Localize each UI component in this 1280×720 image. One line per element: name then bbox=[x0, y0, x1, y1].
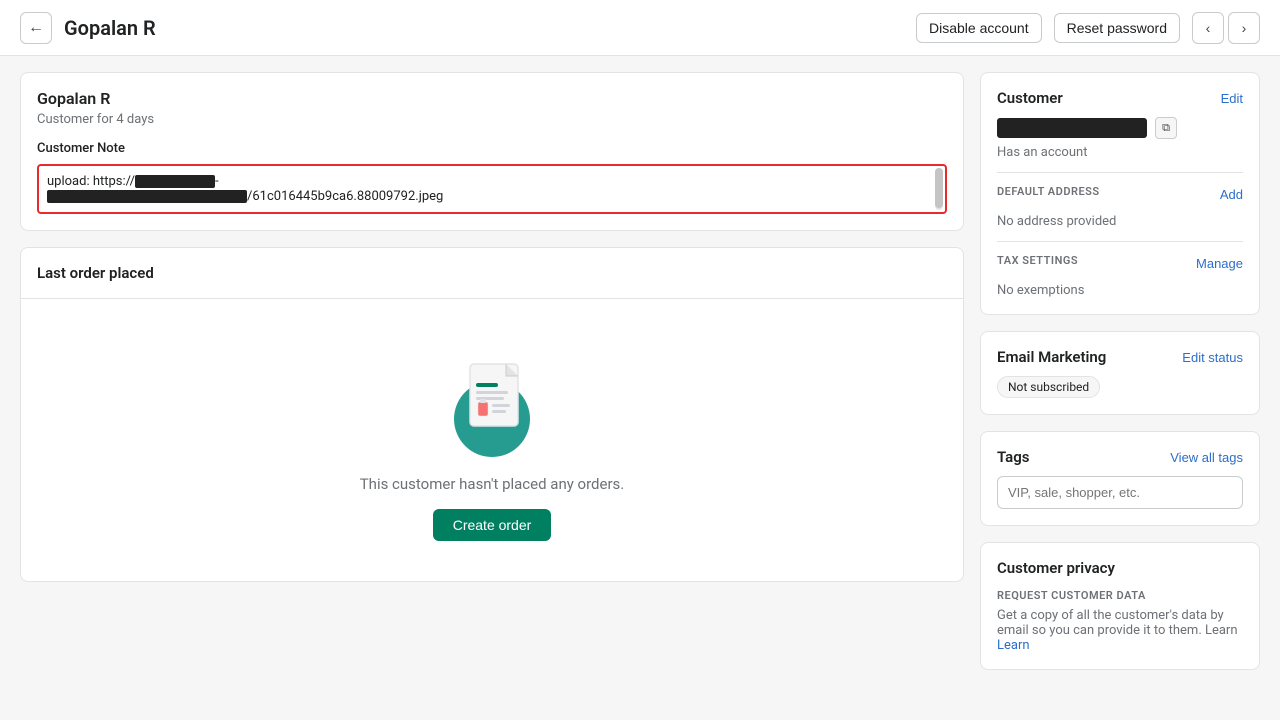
default-address-title: DEFAULT ADDRESS bbox=[997, 185, 1100, 198]
scrollbar-thumb bbox=[935, 168, 943, 208]
divider-2 bbox=[997, 241, 1243, 242]
right-column: Customer Edit ⧉ Has an account DEFAULT A… bbox=[980, 72, 1260, 670]
last-order-body: This customer hasn't placed any orders. … bbox=[21, 299, 963, 581]
default-address-header: DEFAULT ADDRESS Add bbox=[997, 185, 1243, 204]
last-order-card: Last order placed bbox=[20, 247, 964, 582]
email-marketing-header: Email Marketing Edit status bbox=[997, 348, 1243, 366]
customer-note-box[interactable]: upload: https://- /61c016445b9ca6.880097… bbox=[37, 164, 947, 214]
empty-orders-text: This customer hasn't placed any orders. bbox=[360, 475, 625, 493]
disable-account-button[interactable]: Disable account bbox=[916, 13, 1042, 43]
reset-password-button[interactable]: Reset password bbox=[1054, 13, 1180, 43]
divider-1 bbox=[997, 172, 1243, 173]
no-exemptions-text: No exemptions bbox=[997, 283, 1243, 298]
customer-privacy-card: Customer privacy REQUEST CUSTOMER DATA G… bbox=[980, 542, 1260, 670]
redacted-path bbox=[47, 190, 247, 203]
edit-status-button[interactable]: Edit status bbox=[1182, 350, 1243, 365]
not-subscribed-badge: Not subscribed bbox=[997, 376, 1100, 398]
customer-info-card: Gopalan R Customer for 4 days Customer N… bbox=[20, 72, 964, 231]
customer-note-text: upload: https://- /61c016445b9ca6.880097… bbox=[47, 174, 937, 204]
customer-privacy-title: Customer privacy bbox=[997, 559, 1243, 577]
email-marketing-title: Email Marketing bbox=[997, 348, 1106, 366]
customer-section-title: Customer bbox=[997, 89, 1063, 107]
tags-input[interactable] bbox=[997, 476, 1243, 509]
customer-section-header: Customer Edit bbox=[997, 89, 1243, 107]
next-arrow-button[interactable]: › bbox=[1228, 12, 1260, 44]
email-marketing-card: Email Marketing Edit status Not subscrib… bbox=[980, 331, 1260, 415]
customer-email-row: ⧉ bbox=[997, 117, 1243, 139]
note-text-suffix: - bbox=[215, 174, 219, 189]
request-data-desc: Get a copy of all the customer's data by… bbox=[997, 608, 1243, 653]
view-all-tags-button[interactable]: View all tags bbox=[1170, 450, 1243, 465]
customer-email-redacted bbox=[997, 118, 1147, 138]
has-account-text: Has an account bbox=[997, 145, 1243, 160]
no-address-text: No address provided bbox=[997, 214, 1243, 229]
tax-settings-header: TAX SETTINGS Manage bbox=[997, 254, 1243, 273]
customer-name: Gopalan R bbox=[37, 89, 947, 108]
request-data-title: REQUEST CUSTOMER DATA bbox=[997, 589, 1243, 602]
empty-orders-illustration bbox=[432, 339, 552, 459]
back-icon: ← bbox=[28, 19, 44, 37]
add-address-button[interactable]: Add bbox=[1220, 187, 1243, 202]
redacted-url bbox=[135, 175, 215, 188]
create-order-button[interactable]: Create order bbox=[433, 509, 552, 541]
last-order-header: Last order placed bbox=[21, 248, 963, 299]
top-actions: Disable account Reset password ‹ › bbox=[916, 12, 1260, 44]
back-button[interactable]: ← bbox=[20, 12, 52, 44]
customer-since: Customer for 4 days bbox=[37, 112, 947, 127]
nav-arrows: ‹ › bbox=[1192, 12, 1260, 44]
manage-tax-button[interactable]: Manage bbox=[1196, 256, 1243, 271]
tags-header: Tags View all tags bbox=[997, 448, 1243, 466]
copy-email-button[interactable]: ⧉ bbox=[1155, 117, 1177, 139]
tags-card: Tags View all tags bbox=[980, 431, 1260, 526]
page-title: Gopalan R bbox=[64, 16, 904, 40]
customer-edit-button[interactable]: Edit bbox=[1221, 91, 1243, 106]
prev-arrow-button[interactable]: ‹ bbox=[1192, 12, 1224, 44]
customer-note-label: Customer Note bbox=[37, 141, 947, 156]
left-column: Gopalan R Customer for 4 days Customer N… bbox=[20, 72, 964, 670]
learn-more-link[interactable]: Learn bbox=[997, 638, 1030, 653]
note-text-end: /61c016445b9ca6.88009792.jpeg bbox=[247, 189, 443, 204]
note-scrollbar[interactable] bbox=[935, 168, 943, 210]
tax-settings-title: TAX SETTINGS bbox=[997, 254, 1078, 267]
tags-title: Tags bbox=[997, 448, 1030, 466]
main-content: Gopalan R Customer for 4 days Customer N… bbox=[0, 56, 1280, 686]
top-bar: ← Gopalan R Disable account Reset passwo… bbox=[0, 0, 1280, 56]
customer-section-card: Customer Edit ⧉ Has an account DEFAULT A… bbox=[980, 72, 1260, 315]
